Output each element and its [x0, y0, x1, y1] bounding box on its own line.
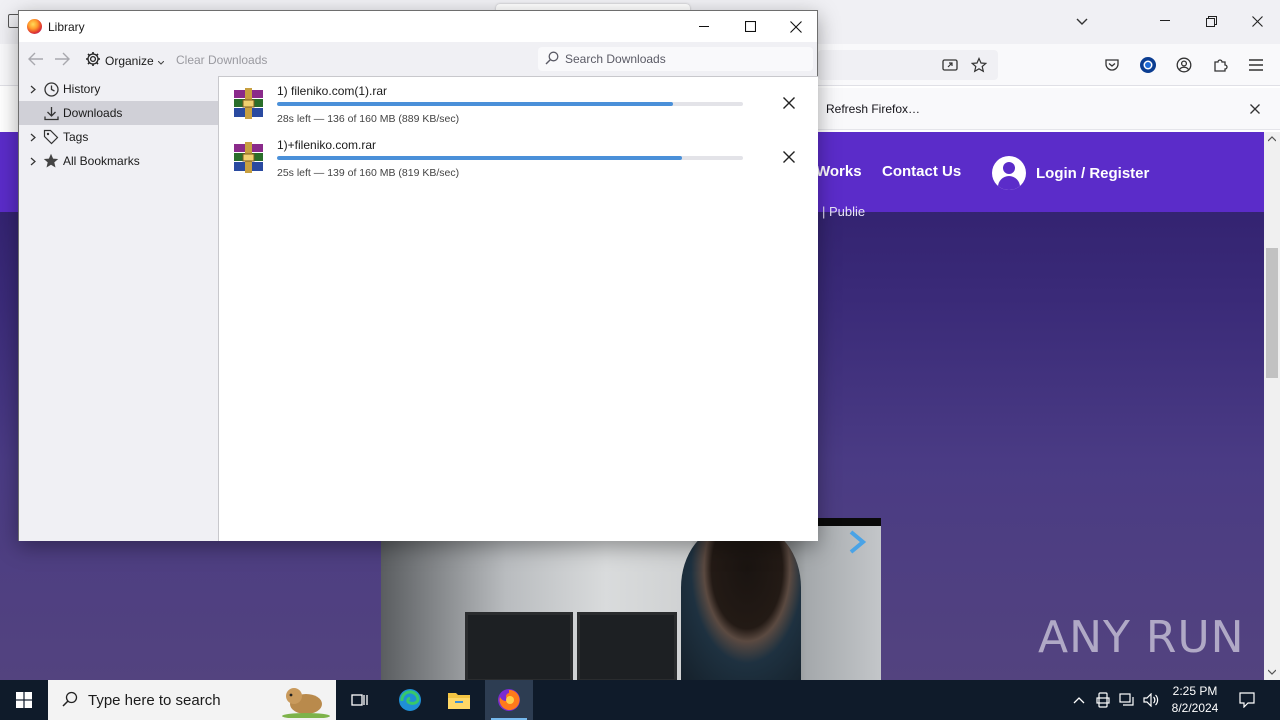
play-arrow-icon[interactable]	[847, 530, 867, 557]
monitor-image	[577, 612, 677, 680]
download-filename: 1)+fileniko.com.rar	[277, 138, 377, 152]
sidebar-item-all-bookmarks[interactable]: All Bookmarks	[19, 149, 218, 173]
close-icon[interactable]	[1244, 98, 1266, 120]
download-filename: 1) fileniko.com(1).rar	[277, 84, 388, 98]
forward-arrow-icon[interactable]	[54, 51, 70, 67]
taskbar-search-placeholder: Type here to search	[88, 691, 221, 709]
search-downloads-field[interactable]	[538, 47, 813, 71]
nav-link-works[interactable]: Works	[816, 163, 862, 180]
chevron-right-icon[interactable]	[27, 133, 39, 142]
restore-icon[interactable]	[1188, 6, 1234, 36]
refresh-firefox-button[interactable]: Refresh Firefox…	[818, 96, 928, 122]
sidebar-item-downloads[interactable]: Downloads	[19, 101, 218, 125]
sidebar-item-label: Downloads	[63, 106, 123, 120]
monitor-image	[465, 612, 573, 680]
close-icon[interactable]	[1234, 6, 1280, 36]
library-toolbar: Organize Clear Downloads	[19, 42, 817, 76]
winrar-archive-icon	[232, 87, 265, 120]
windows-start-icon[interactable]	[0, 680, 48, 720]
system-clock[interactable]: 2:25 PM 8/2/2024	[1160, 683, 1230, 717]
person-image	[681, 526, 801, 680]
cancel-download-icon[interactable]	[778, 146, 800, 168]
chevron-down-icon[interactable]	[1070, 10, 1094, 34]
maximize-icon[interactable]	[727, 11, 773, 42]
account-icon[interactable]	[1171, 52, 1197, 78]
file-explorer-icon[interactable]	[435, 680, 483, 720]
gear-icon	[85, 51, 101, 70]
winrar-archive-icon	[232, 141, 265, 174]
chevron-right-icon[interactable]	[27, 85, 39, 94]
downloads-list: 1) fileniko.com(1).rar 28s left — 136 of…	[218, 76, 818, 541]
library-window: Library Organize Clear Downloads Search …	[18, 10, 818, 541]
scrollbar-thumb[interactable]	[1266, 248, 1278, 378]
search-icon	[62, 691, 78, 710]
download-item[interactable]: 1) fileniko.com(1).rar 28s left — 136 of…	[219, 77, 818, 131]
sidebar-item-label: All Bookmarks	[63, 154, 140, 168]
library-title: Library	[48, 20, 85, 34]
back-arrow-icon[interactable]	[28, 51, 44, 67]
nav-link-contact[interactable]: Contact Us	[882, 163, 961, 180]
bookmark-star-icon[interactable]	[966, 52, 992, 78]
sidebar-item-tags[interactable]: Tags	[19, 125, 218, 149]
cancel-download-icon[interactable]	[778, 92, 800, 114]
star-icon	[43, 153, 59, 169]
dropdown-caret-icon	[157, 54, 165, 68]
vertical-scrollbar[interactable]	[1264, 132, 1280, 680]
close-icon[interactable]	[773, 11, 819, 42]
pocket-icon[interactable]	[1099, 52, 1125, 78]
download-status: 28s left — 136 of 160 MB (889 KB/sec)	[277, 113, 460, 125]
progress-fill	[277, 156, 683, 160]
clear-downloads-button[interactable]: Clear Downloads	[176, 53, 267, 67]
progress-fill	[277, 102, 674, 106]
history-clock-icon	[43, 81, 59, 97]
minimize-icon[interactable]	[681, 11, 727, 42]
organize-button[interactable]: Organize	[85, 51, 165, 70]
anyrun-watermark: ANY RUN	[1038, 612, 1245, 663]
minimize-icon[interactable]	[1142, 6, 1188, 36]
library-title-bar[interactable]: Library	[19, 11, 817, 42]
sidebar-item-label: History	[63, 82, 101, 96]
login-register-link[interactable]: Login / Register	[992, 156, 1149, 190]
sidebar-item-label: Tags	[63, 130, 89, 144]
notification-center-icon[interactable]	[1234, 680, 1260, 720]
download-progress-bar	[277, 156, 743, 160]
watermark-text: ANY RUN	[1038, 612, 1245, 663]
device-icon[interactable]	[1092, 680, 1114, 720]
organize-label: Organize	[105, 53, 154, 68]
tag-icon	[43, 129, 59, 145]
task-view-icon[interactable]	[336, 680, 384, 720]
clock-time: 2:25 PM	[1172, 684, 1218, 698]
volume-icon[interactable]	[1140, 680, 1162, 720]
search-input[interactable]	[565, 52, 795, 66]
firefox-taskbar-icon[interactable]	[485, 680, 533, 720]
taskbar-search-box[interactable]: Type here to search	[48, 680, 336, 720]
chevron-up-icon[interactable]	[1068, 680, 1090, 720]
hero-video[interactable]	[381, 518, 881, 680]
firefox-logo-icon	[27, 19, 42, 34]
download-progress-bar	[277, 102, 743, 106]
login-label: Login / Register	[1036, 164, 1150, 182]
chevron-right-icon[interactable]	[27, 157, 39, 166]
extension-shield-icon[interactable]	[1135, 52, 1161, 78]
windows-taskbar: Type here to search 2:25 PM 8/2/2024	[0, 680, 1280, 720]
menu-hamburger-icon[interactable]	[1243, 52, 1269, 78]
clock-date: 8/2/2024	[1171, 701, 1219, 715]
user-avatar-icon	[992, 156, 1026, 190]
download-icon	[43, 105, 59, 121]
extensions-puzzle-icon[interactable]	[1207, 52, 1233, 78]
search-icon	[545, 51, 559, 68]
network-icon[interactable]	[1116, 680, 1138, 720]
library-sidebar: History Downloads Tags All Bookmarks	[19, 76, 218, 541]
download-status: 25s left — 139 of 160 MB (819 KB/sec)	[277, 167, 460, 179]
download-item[interactable]: 1)+fileniko.com.rar 25s left — 139 of 16…	[219, 131, 818, 185]
video-frame	[381, 526, 881, 680]
site-subtitle: | Publie	[822, 204, 866, 219]
search-highlight-image	[276, 682, 332, 720]
sidebar-item-history[interactable]: History	[19, 77, 218, 101]
reader-view-icon[interactable]	[937, 52, 963, 78]
edge-browser-icon[interactable]	[386, 680, 434, 720]
